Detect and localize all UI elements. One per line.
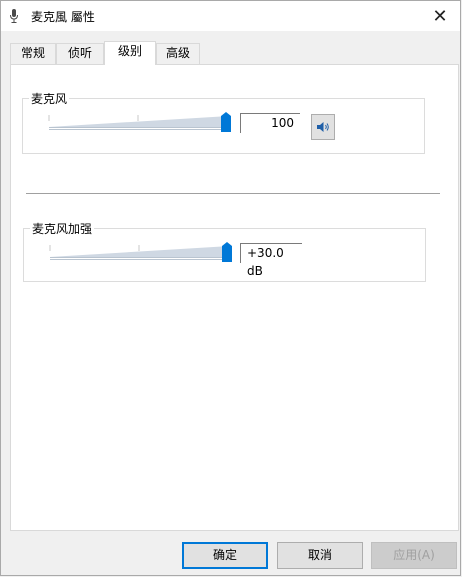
microphone-group: 麦克风 100 xyxy=(22,90,425,154)
apply-button[interactable]: 应用(A) xyxy=(371,542,457,569)
microphone-level-value[interactable]: 100 xyxy=(240,113,300,133)
tab-levels[interactable]: 级别 xyxy=(104,41,156,65)
tab-general[interactable]: 常规 xyxy=(10,43,56,64)
tab-listen[interactable]: 侦听 xyxy=(56,43,104,64)
close-button[interactable]: ✕ xyxy=(420,1,460,31)
title-bar: 麦克風 屬性 ✕ xyxy=(1,1,460,31)
microphone-icon xyxy=(10,9,18,23)
slider-track xyxy=(49,116,229,127)
microphone-label: 麦克风 xyxy=(29,90,70,107)
section-divider xyxy=(26,193,440,194)
levels-panel: 麦克风 100 麦克风加强 +30.0 dB xyxy=(10,64,459,531)
window-title: 麦克風 屬性 xyxy=(31,10,95,24)
ok-button[interactable]: 确定 xyxy=(182,542,268,569)
slider-thumb[interactable] xyxy=(221,112,231,132)
microphone-slider[interactable] xyxy=(43,107,233,137)
close-icon: ✕ xyxy=(432,5,448,27)
speaker-volume-icon xyxy=(317,122,329,132)
microphone-boost-slider[interactable] xyxy=(44,237,234,267)
properties-dialog: 麦克風 屬性 ✕ 常规 侦听 级别 高级 麦克风 100 麦克风加强 +30.0… xyxy=(0,0,461,576)
slider-track xyxy=(50,246,230,257)
microphone-boost-label: 麦克风加强 xyxy=(30,220,95,237)
tab-advanced[interactable]: 高级 xyxy=(156,43,200,64)
slider-thumb[interactable] xyxy=(222,242,232,262)
mute-button[interactable] xyxy=(311,114,335,140)
microphone-boost-group: 麦克风加强 +30.0 dB xyxy=(23,220,426,282)
microphone-boost-value: +30.0 dB xyxy=(240,243,302,278)
cancel-button[interactable]: 取消 xyxy=(277,542,363,569)
